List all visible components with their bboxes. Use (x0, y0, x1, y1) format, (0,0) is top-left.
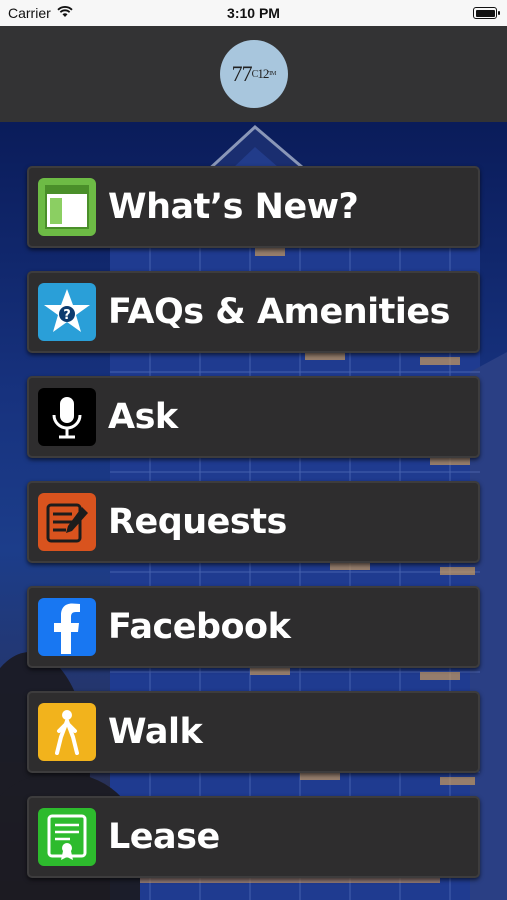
menu-item-walk[interactable]: Walk (27, 691, 480, 773)
menu-item-facebook[interactable]: Facebook (27, 586, 480, 668)
app-header: 77 C 12 TM (0, 26, 507, 122)
menu-item-label: Lease (108, 817, 220, 857)
menu-item-label: Ask (108, 397, 178, 437)
app-logo[interactable]: 77 C 12 TM (219, 40, 288, 108)
status-time: 3:10 PM (227, 5, 280, 21)
menu-item-ask[interactable]: Ask (27, 376, 480, 458)
main-menu: What’s New? ? FAQs & Amenities Ask Reque… (27, 166, 480, 900)
menu-item-lease[interactable]: Lease (27, 796, 480, 878)
menu-item-label: Facebook (108, 607, 291, 647)
walking-person-icon (38, 703, 96, 761)
menu-item-whats-new[interactable]: What’s New? (27, 166, 480, 248)
menu-item-label: Walk (108, 712, 203, 752)
microphone-icon (38, 388, 96, 446)
logo-sub-text: 12 (257, 66, 269, 81)
app-screen: Carrier 3:10 PM 77 C 12 TM What’s New? ?… (0, 0, 507, 900)
menu-item-requests[interactable]: Requests (27, 481, 480, 563)
menu-item-faqs-amenities[interactable]: ? FAQs & Amenities (27, 271, 480, 353)
battery-icon (473, 7, 500, 19)
newspaper-icon (38, 178, 96, 236)
star-question-icon: ? (38, 283, 96, 341)
status-bar: Carrier 3:10 PM (0, 0, 507, 26)
logo-main-text: 77 (231, 61, 253, 86)
menu-item-label: What’s New? (108, 187, 359, 227)
menu-item-label: Requests (108, 502, 287, 542)
logo-tm-text: TM (268, 71, 276, 77)
facebook-icon (38, 598, 96, 656)
certificate-icon (38, 808, 96, 866)
svg-text:?: ? (63, 308, 71, 323)
menu-item-label: FAQs & Amenities (108, 292, 450, 332)
edit-document-icon (38, 493, 96, 551)
